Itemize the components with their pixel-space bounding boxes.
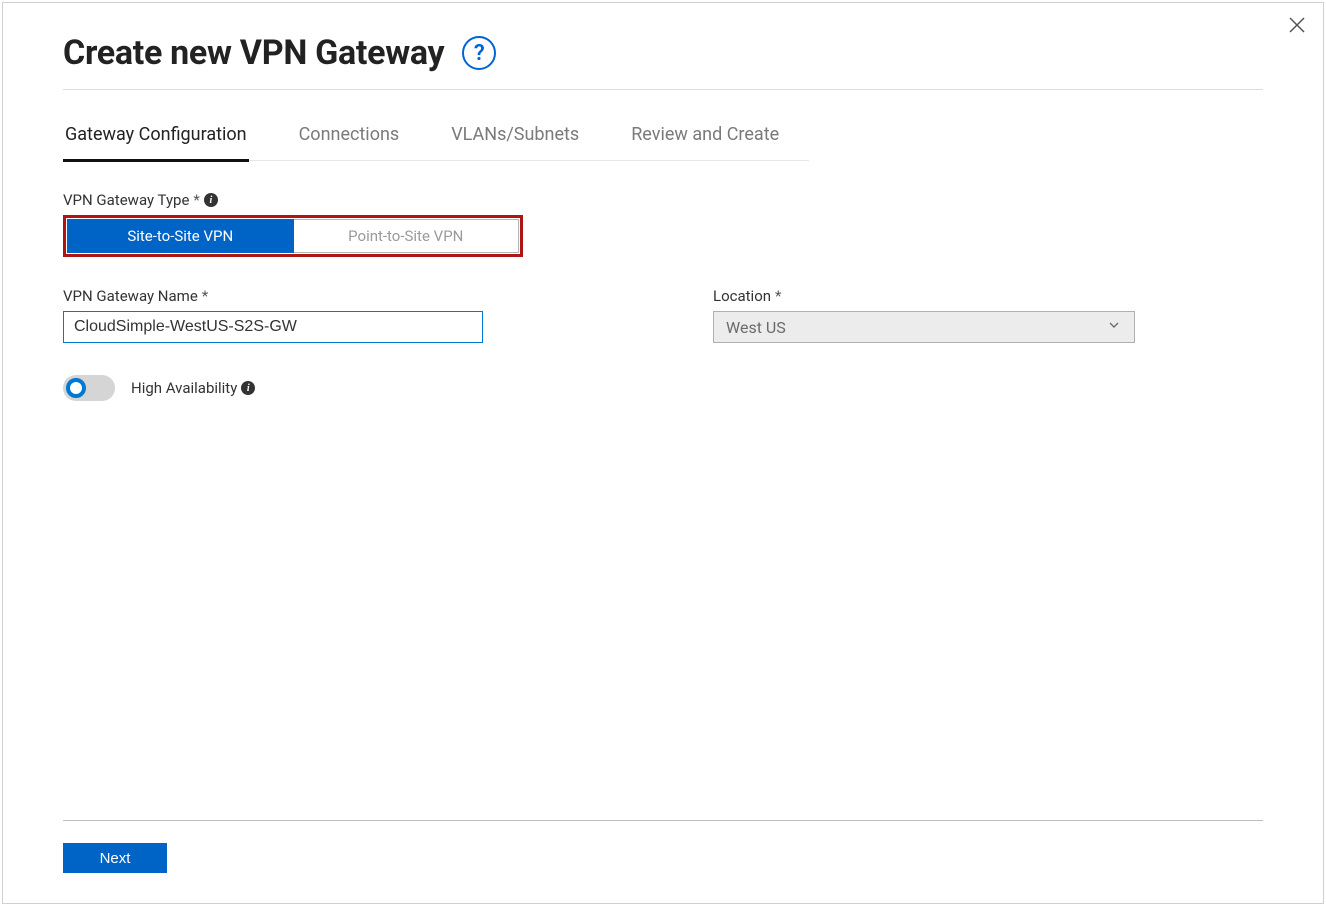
label-vpn-gateway-type-text: VPN Gateway Type [63, 191, 189, 209]
tab-vlans-subnets[interactable]: VLANs/Subnets [449, 124, 581, 162]
dialog-footer: Next [63, 820, 1263, 873]
label-high-availability: High Availability i [131, 379, 255, 397]
annotation-highlight: Site-to-Site VPN Point-to-Site VPN [63, 215, 523, 257]
label-vpn-gateway-type: VPN Gateway Type * i [63, 191, 1263, 209]
next-button[interactable]: Next [63, 843, 167, 873]
title-divider [63, 89, 1263, 90]
tab-gateway-configuration[interactable]: Gateway Configuration [63, 124, 249, 162]
chevron-down-icon [1106, 317, 1122, 337]
vpn-gateway-type-toggle: Site-to-Site VPN Point-to-Site VPN [67, 219, 519, 253]
close-icon[interactable] [1285, 13, 1309, 37]
label-location: Location * [713, 287, 1135, 305]
title-row: Create new VPN Gateway ? [63, 33, 1263, 89]
toggle-knob [66, 378, 86, 398]
high-availability-toggle[interactable] [63, 375, 115, 401]
required-marker: * [193, 191, 199, 209]
required-marker: * [775, 287, 781, 305]
info-icon[interactable]: i [204, 193, 218, 207]
wizard-tabs: Gateway Configuration Connections VLANs/… [63, 124, 809, 161]
option-site-to-site-vpn[interactable]: Site-to-Site VPN [67, 219, 294, 253]
location-select-value: West US [726, 318, 786, 337]
field-location: Location * West US [713, 287, 1135, 343]
label-vpn-gateway-name-text: VPN Gateway Name [63, 287, 198, 305]
required-marker: * [202, 287, 208, 305]
dialog-create-vpn-gateway: Create new VPN Gateway ? Gateway Configu… [2, 2, 1324, 904]
help-icon-glyph: ? [474, 41, 485, 66]
help-icon[interactable]: ? [462, 36, 496, 70]
label-vpn-gateway-name: VPN Gateway Name * [63, 287, 483, 305]
row-name-location: VPN Gateway Name * Location * West US [63, 287, 1263, 343]
label-high-availability-text: High Availability [131, 379, 237, 397]
tab-review-and-create[interactable]: Review and Create [629, 124, 781, 162]
tab-connections[interactable]: Connections [297, 124, 402, 162]
field-vpn-gateway-name: VPN Gateway Name * [63, 287, 483, 343]
vpn-gateway-name-input[interactable] [63, 311, 483, 343]
field-high-availability: High Availability i [63, 375, 1263, 401]
location-select[interactable]: West US [713, 311, 1135, 343]
option-point-to-site-vpn[interactable]: Point-to-Site VPN [294, 219, 520, 253]
info-icon[interactable]: i [241, 381, 255, 395]
section-vpn-gateway-type: VPN Gateway Type * i Site-to-Site VPN Po… [63, 191, 1263, 257]
page-title: Create new VPN Gateway [63, 33, 444, 73]
dialog-content: Create new VPN Gateway ? Gateway Configu… [63, 33, 1263, 903]
footer-divider [63, 820, 1263, 821]
label-location-text: Location [713, 287, 771, 305]
